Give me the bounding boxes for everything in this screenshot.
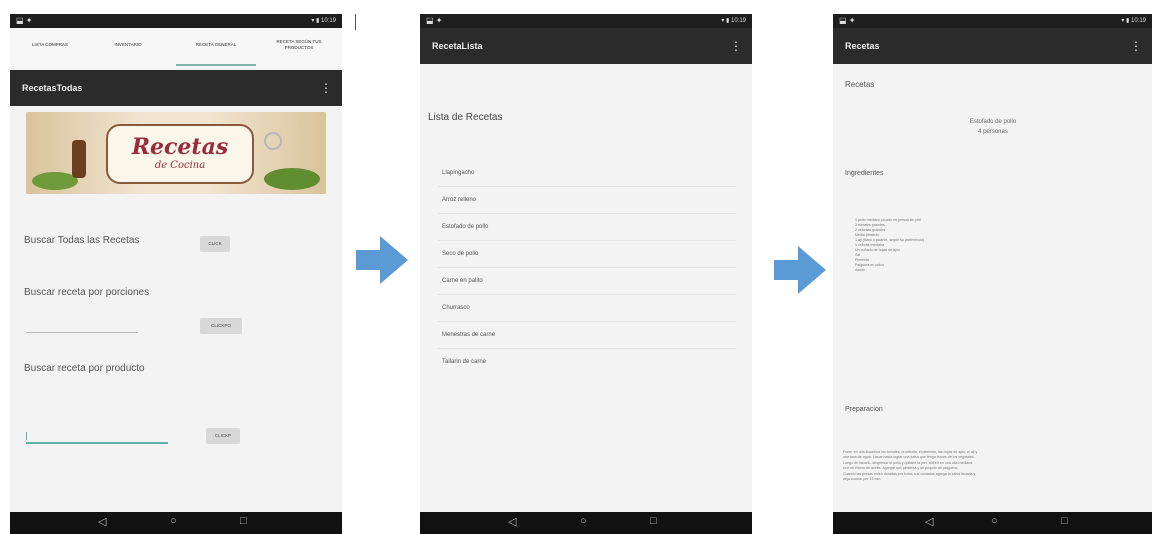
banner-subtitle: de Cocina: [154, 160, 206, 171]
app-bar-title: RecetasTodas: [22, 83, 83, 93]
navigation-bar: ◁ ○ □: [420, 512, 752, 534]
producto-input[interactable]: [26, 442, 168, 444]
preparation-line: deja cocinar por 15 min.: [843, 477, 882, 481]
tab-receta-general[interactable]: RECETA GENERAL: [180, 42, 252, 48]
list-item[interactable]: Llapingacho: [438, 160, 736, 187]
status-bar: ⬓ ✦ ▾ ▮ 10:19: [833, 14, 1152, 28]
tab-lista-compras[interactable]: LISTA COMPRAS: [18, 42, 82, 48]
overflow-menu-icon[interactable]: ⋮: [730, 28, 742, 64]
click-button[interactable]: CLICK: [200, 236, 230, 252]
herbs-right-image: [264, 168, 320, 190]
pepper-grinder-image: [72, 140, 86, 178]
recents-icon[interactable]: □: [650, 515, 657, 527]
back-icon[interactable]: ◁: [98, 515, 106, 528]
ingredient-item: Aceite: [855, 268, 865, 272]
phone-screen-recipe-list: ⬓ ✦ ▾ ▮ 10:19 RecetaLista ⋮ Lista de Rec…: [420, 14, 752, 534]
home-icon[interactable]: ○: [580, 515, 587, 527]
app-bar: RecetaLista ⋮: [420, 28, 752, 64]
banner-plaque: Recetas de Cocina: [106, 124, 254, 184]
arrow-right-icon: [356, 236, 408, 284]
phone-screen-recipe-detail: ⬓ ✦ ▾ ▮ 10:19 Recetas ⋮ Recetas Estofado…: [833, 14, 1152, 534]
tab-inventario[interactable]: INVENTARIO: [96, 42, 160, 48]
list-item[interactable]: Carne en palito: [438, 268, 736, 295]
arrow-right-icon: [774, 246, 826, 294]
recipe-servings: 4 personas: [978, 129, 1008, 135]
status-bar: ⬓ ✦ ▾ ▮ 10:19: [420, 14, 752, 28]
status-right-info: ▾ ▮ 10:19: [721, 18, 746, 24]
app-bar: Recetas ⋮: [833, 28, 1152, 64]
banner-title: Recetas: [131, 134, 229, 160]
status-left-icons: ⬓ ✦: [426, 16, 443, 25]
recipe-list-heading: Lista de Recetas: [428, 112, 503, 123]
home-icon[interactable]: ○: [991, 515, 998, 527]
list-item[interactable]: Seco de pollo: [438, 241, 736, 268]
overflow-menu-icon[interactable]: ⋮: [1130, 28, 1142, 64]
recipe-name: Estofado de pollo: [969, 119, 1017, 125]
home-icon[interactable]: ○: [170, 515, 177, 527]
list-item[interactable]: Churrasco: [438, 295, 736, 322]
selected-tab-indicator: [176, 64, 256, 66]
app-bar: RecetasTodas ⋮: [10, 70, 342, 106]
phone-screen-main-menu: ⬓ ✦ ▾ ▮ 10:19 LISTA COMPRAS INVENTARIO R…: [10, 14, 342, 534]
ingredients-label: Ingredientes: [845, 170, 884, 177]
recents-icon[interactable]: □: [240, 515, 247, 527]
list-item[interactable]: Tallarin de carne: [438, 349, 736, 376]
recents-icon[interactable]: □: [1061, 515, 1068, 527]
preparation-line: con un chorro de aceite. Agregar sal, pi…: [843, 466, 958, 470]
navigation-bar: ◁ ○ □: [10, 512, 342, 534]
back-icon[interactable]: ◁: [508, 515, 516, 528]
list-item[interactable]: Estofado de pollo: [438, 214, 736, 241]
status-right-info: ▾ ▮ 10:19: [311, 18, 336, 24]
list-item[interactable]: Menestras de carne: [438, 322, 736, 349]
buscar-producto-label: Buscar receta por producto: [24, 363, 145, 374]
status-left-icons: ⬓ ✦: [16, 16, 33, 25]
overflow-menu-icon[interactable]: ⋮: [320, 70, 332, 106]
preparation-label: Preparacion: [845, 406, 883, 413]
recipe-section-title: Recetas: [845, 80, 875, 89]
back-icon[interactable]: ◁: [925, 515, 933, 528]
buscar-porciones-label: Buscar receta por porciones: [24, 287, 150, 298]
status-left-icons: ⬓ ✦: [839, 16, 856, 25]
recetas-de-cocina-banner: Recetas de Cocina: [26, 112, 326, 194]
tab-bar: LISTA COMPRAS INVENTARIO RECETA GENERAL …: [10, 28, 342, 68]
clickp-button[interactable]: CLICKP: [206, 428, 240, 444]
whisk-image: [264, 132, 282, 150]
list-item[interactable]: Arroz relleno: [438, 187, 736, 214]
buscar-todas-label: Buscar Todas las Recetas: [24, 235, 140, 246]
clickpo-button[interactable]: CLICKPO: [200, 318, 242, 334]
navigation-bar: ◁ ○ □: [833, 512, 1152, 534]
status-bar: ⬓ ✦ ▾ ▮ 10:19: [10, 14, 342, 28]
status-right-info: ▾ ▮ 10:19: [1121, 18, 1146, 24]
porciones-input[interactable]: [26, 332, 138, 333]
ingredient-item: Un puñado de hojas de apio: [855, 248, 900, 252]
app-bar-title: Recetas: [845, 41, 880, 51]
text-cursor: [26, 432, 27, 440]
text-cursor-mark: [355, 14, 356, 30]
app-bar-title: RecetaLista: [432, 41, 483, 51]
preparation-line: una taza de agua. Licuar hasta lograr un…: [843, 455, 975, 459]
tab-receta-productos[interactable]: RECETA SEGÚN TUS PRODUCTOS: [262, 39, 336, 51]
